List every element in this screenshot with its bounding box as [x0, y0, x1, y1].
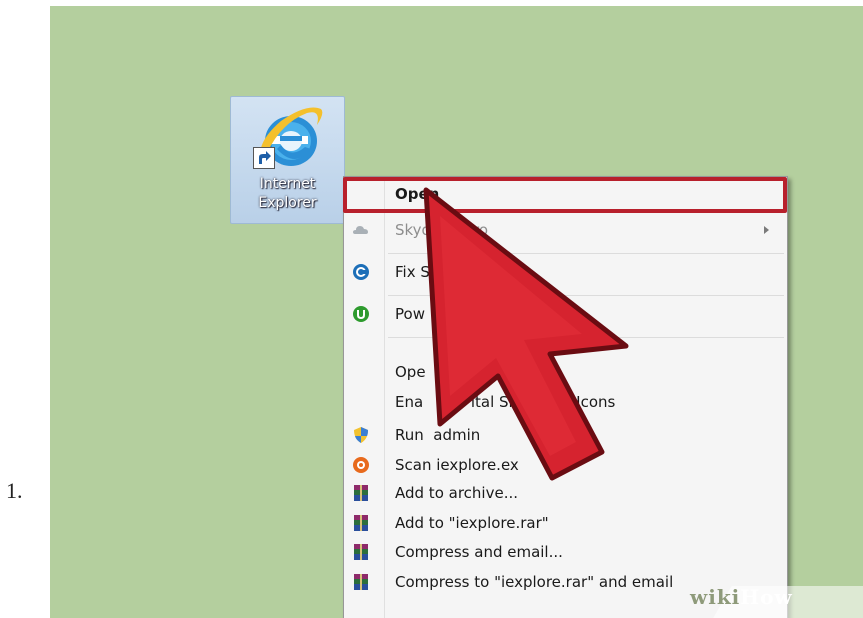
winrar-icon [354, 544, 368, 560]
menu-item-label: Add to "iexplore.rar" [395, 514, 549, 532]
uac-shield-icon [354, 427, 368, 443]
menu-item-compress-and-email[interactable]: Compress and email... [344, 539, 787, 567]
desktop-icon-label: Internet Explorer [258, 176, 317, 211]
fix-tool-icon [353, 264, 369, 280]
menu-item-label: Compress and email... [395, 543, 563, 561]
shortcut-arrow-icon [253, 147, 275, 169]
menu-item-add-to-rar[interactable]: Add to "iexplore.rar" [344, 510, 787, 538]
winrar-icon [354, 574, 368, 590]
skydrive-cloud-icon [353, 226, 368, 234]
list-number: 1. [6, 478, 23, 503]
menu-item-label: Compress to "iexplore.rar" and email [395, 573, 674, 591]
submenu-arrow-icon [764, 226, 769, 234]
menu-item-label: Add to archive... [395, 484, 518, 502]
winrar-icon [354, 485, 368, 501]
winrar-icon [354, 515, 368, 531]
desktop-background[interactable]: Internet Explorer Open Skydrive Pro Fix … [50, 6, 863, 618]
power-icon [353, 306, 369, 322]
internet-explorer-desktop-icon[interactable]: Internet Explorer [230, 96, 345, 224]
wikihow-watermark: wikiHow [690, 585, 793, 609]
pointer-arrow-icon [423, 187, 629, 481]
antivirus-scan-icon [353, 457, 369, 473]
